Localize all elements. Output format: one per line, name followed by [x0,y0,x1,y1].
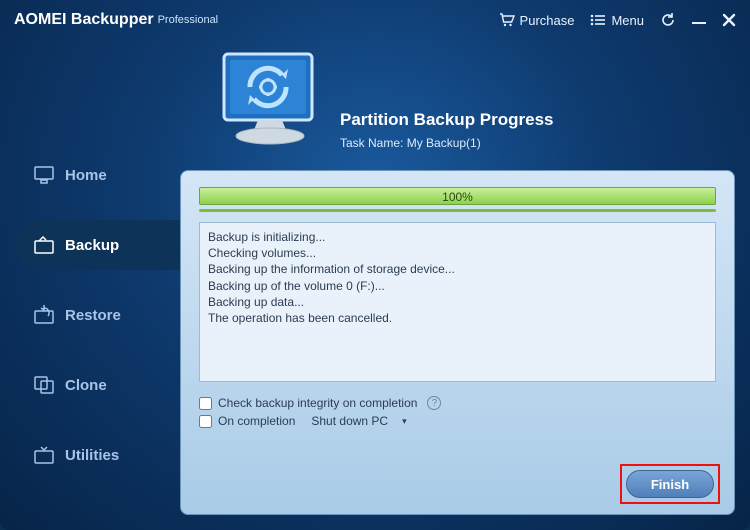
sidebar: Home Backup Restore Clone Utilities [15,130,180,500]
close-icon [722,13,736,27]
app-title: AOMEI Backupper [14,11,154,29]
titlebar: AOMEI Backupper Professional Purchase Me… [0,0,750,40]
log-line: Checking volumes... [208,245,707,261]
on-completion-label: On completion [218,414,295,428]
help-icon[interactable]: ? [427,396,441,410]
sidebar-item-label: Backup [65,237,119,254]
log-line: Backup is initializing... [208,229,707,245]
sidebar-item-home[interactable]: Home [15,150,180,200]
clone-icon [33,374,55,396]
close-button[interactable] [722,13,736,27]
finish-highlight: Finish [620,464,720,504]
restore-icon [33,304,55,326]
app-window: AOMEI Backupper Professional Purchase Me… [0,0,750,530]
refresh-button[interactable] [660,12,676,28]
sidebar-item-backup[interactable]: Backup [15,220,194,270]
sidebar-item-label: Home [65,167,107,184]
progress-panel: 100% Backup is initializing... Checking … [180,170,735,515]
main: Partition Backup Progress Task Name: My … [180,55,735,515]
page-title: Partition Backup Progress [340,110,554,130]
finish-button[interactable]: Finish [626,470,714,498]
on-completion-action[interactable]: Shut down PC [311,414,388,428]
backup-icon [33,234,55,256]
sidebar-item-restore[interactable]: Restore [15,290,180,340]
check-integrity-checkbox[interactable] [199,397,212,410]
minimize-icon [692,16,706,24]
illustration-monitor-icon [210,50,330,160]
options: Check backup integrity on completion ? O… [199,396,716,428]
menu-button[interactable]: Menu [590,13,644,28]
sidebar-item-clone[interactable]: Clone [15,360,180,410]
task-name-value: My Backup(1) [407,136,481,150]
progress-underline [199,209,716,212]
on-completion-checkbox[interactable] [199,415,212,428]
log-line: Backing up of the volume 0 (F:)... [208,278,707,294]
log-line: The operation has been cancelled. [208,310,707,326]
menu-icon [590,14,606,26]
log-box: Backup is initializing... Checking volum… [199,222,716,382]
task-name: Task Name: My Backup(1) [340,136,554,150]
check-integrity-label: Check backup integrity on completion [218,396,417,410]
task-name-label: Task Name: [340,136,403,150]
cart-icon [499,13,515,27]
purchase-button[interactable]: Purchase [499,13,575,28]
sidebar-item-utilities[interactable]: Utilities [15,430,180,480]
chevron-down-icon[interactable]: ▾ [402,416,407,427]
monitor-icon [33,164,55,186]
minimize-button[interactable] [692,16,706,24]
purchase-label: Purchase [520,13,575,28]
app-edition: Professional [158,14,219,26]
finish-label: Finish [651,477,689,492]
progress-percent: 100% [200,188,715,204]
sidebar-item-label: Clone [65,377,107,394]
progress-bar: 100% [199,187,716,205]
log-line: Backing up data... [208,294,707,310]
menu-label: Menu [611,13,644,28]
refresh-icon [660,12,676,28]
utilities-icon [33,444,55,466]
log-line: Backing up the information of storage de… [208,261,707,277]
sidebar-item-label: Restore [65,307,121,324]
sidebar-item-label: Utilities [65,447,119,464]
